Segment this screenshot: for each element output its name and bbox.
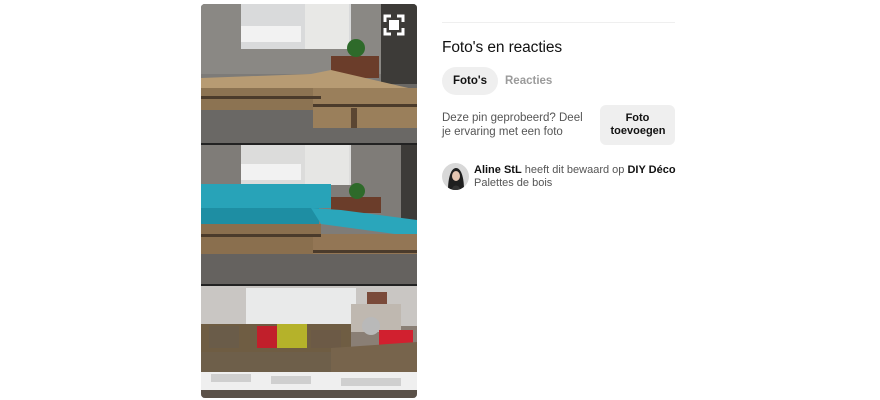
section-divider	[442, 22, 675, 23]
user-name-link[interactable]: Aline StL	[474, 164, 522, 176]
add-photo-label: Foto toevoegen	[610, 112, 666, 137]
tab-photos[interactable]: Foto's	[442, 67, 499, 95]
photo-finished-sofa	[201, 286, 417, 398]
board-name-link[interactable]: DIY Déco	[627, 164, 675, 176]
comments-section-title: Foto's en reacties	[442, 39, 563, 56]
saved-info-text: heeft dit bewaard op	[524, 164, 625, 176]
board-section-name[interactable]: Palettes de bois	[474, 177, 552, 189]
tab-comments[interactable]: Reacties	[494, 67, 563, 95]
avatar[interactable]	[442, 163, 469, 190]
photo-teal-cushions	[201, 145, 417, 285]
pin-image[interactable]	[201, 4, 417, 398]
saved-info-line: Aline StL heeft dit bewaard op DIY Déco	[474, 164, 676, 176]
expand-icon[interactable]	[383, 14, 405, 36]
pin-photo-collage	[201, 4, 417, 398]
tried-prompt-text: Deze pin geprobeerd? Deel je ervaring me…	[442, 112, 583, 138]
add-photo-button[interactable]: Foto toevoegen	[600, 105, 675, 145]
